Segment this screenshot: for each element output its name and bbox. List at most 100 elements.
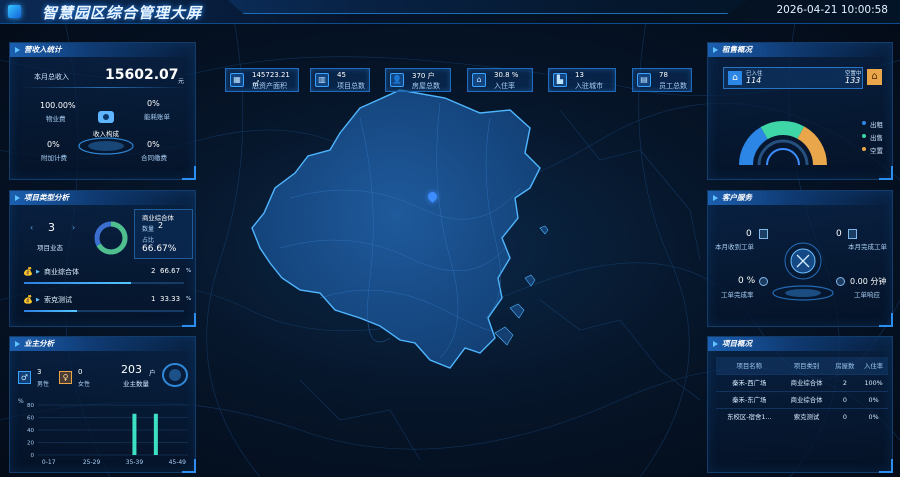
table-cell: 东校区-宿舍1... [716,407,783,425]
income-item-label: 物业费 [46,115,66,123]
income-total-value: 15602.07 [105,67,179,83]
row-progress-track [24,282,184,284]
room-status-gauge[interactable] [728,105,838,171]
legend-dot [862,121,866,125]
income-center-label: 收入构成 [93,130,119,138]
project-type-row[interactable]: 💰 ▶ 索克测试 1 33.33 % [10,293,197,319]
project-table-wrapper: 项目名称 项目类别 房屋数 入住率 秦禾-西广场 商业综合体 2 100% 秦禾-东广场 商业综… [716,357,888,425]
gauge-segment[interactable] [760,121,805,140]
customer-service-panel: 客户服务 0 本月收到工单 0 本月完成工单 0 % 工单完成率 0.00 分钟… [707,190,893,327]
table-cell: 秦禾-东广场 [716,390,783,408]
vacant-icon: ⌂ [867,69,882,85]
x-tick-label: 35-39 [126,459,144,466]
project-type-donut[interactable] [93,220,129,256]
table-cell: 0% [859,390,888,408]
legend-label: 出售 [870,134,883,142]
kpi-value: 370 户 [412,72,435,80]
received-icon [759,229,768,239]
table-cell: 秦禾-西广场 [716,373,783,391]
gauge-segment[interactable] [739,127,768,165]
table-cell: 索克测试 [782,407,831,425]
panel-header: 项目类型分析 [10,191,195,205]
female-label: 女性 [78,381,91,388]
legend-item[interactable]: 空置 [862,145,892,155]
bullet-icon: ▶ [36,297,40,303]
customer-service-title: 客户服务 [722,193,752,202]
bullet-icon: ▶ [36,269,40,275]
legend-dot [862,147,866,151]
kpi-label: 房屋总数 [412,82,440,90]
kpi-tile[interactable]: 👤 370 户房屋总数 [385,68,451,92]
income-item-value: 0% [47,140,60,149]
row-pct: 33.33 [160,295,181,303]
row-name: 商业综合体 [44,268,79,276]
kpi-tile[interactable]: ▦ 145723.21 ㎡总资产面积 [225,68,299,92]
table-cell: 0 [830,407,860,425]
x-tick-label: 45-49 [169,459,187,466]
kpi-value: 30.8 % [494,71,519,79]
occupied-icon: ⌂ [728,71,742,85]
row-progress-fill [24,282,131,284]
done-label: 本月完成工单 [848,243,887,251]
income-item-label: 附加计费 [41,154,67,162]
arrow-right-icon[interactable]: › [72,223,75,232]
legend-item[interactable]: 出售 [862,132,892,142]
table-cell: 商业综合体 [782,373,831,391]
y-tick-label: 80 [27,403,34,409]
row-name: 索克测试 [44,296,72,304]
legend-item[interactable]: 出租 [862,119,892,129]
project-type-row[interactable]: 💰 ▶ 商业综合体 2 66.67 % [10,265,197,291]
income-item-label: 合同缴费 [141,154,167,162]
panel-header: 项目概况 [708,337,892,351]
service-globe-icon[interactable] [768,233,838,305]
row-pct: 66.67 [160,267,181,275]
owner-age-chart: %80 60 40 20 0 0-17 25-29 35-39 45-49 [18,398,188,466]
kpi-label: 项目总数 [337,82,365,90]
panel-header: 营收入统计 [10,43,195,57]
row-count: 1 [151,295,156,303]
moneybag-icon: 💰 [23,267,33,276]
age-bar[interactable] [153,413,158,455]
legend-label: 空置 [870,147,883,155]
city-icon: ▙ [553,73,567,87]
kpi-tile[interactable]: ⌂ 30.8 % 入住率 [467,68,533,92]
kpi-value: 13 [575,71,584,79]
table-row[interactable]: 秦禾-东广场 商业综合体 0 0% [716,390,888,408]
divider [22,87,187,88]
table-header-cell[interactable]: 房屋数 [830,357,860,374]
income-item-label: 能耗账单 [144,113,170,121]
kpi-tile[interactable]: ▤ 78 员工总数 [632,68,692,92]
male-label: 男性 [37,381,50,388]
income-total-label: 本月总收入 [34,73,69,81]
table-header-cell[interactable]: 项目类别 [782,357,831,374]
age-bar[interactable] [132,413,137,455]
kpi-tile[interactable]: ▥ 45 项目总数 [310,68,370,92]
table-header-cell[interactable]: 项目名称 [716,357,783,374]
project-type-count: 3 [48,221,55,234]
rate-icon [759,277,768,286]
kpi-label: 入驻城市 [575,82,603,90]
kpi-tile[interactable]: ▙ 13 入驻城市 [548,68,616,92]
gauge-segment[interactable] [797,126,827,165]
received-value: 0 [746,229,752,239]
table-row[interactable]: 东校区-宿舍1... 索克测试 0 0% [716,407,888,425]
table-cell: 0% [859,407,888,425]
project-icon: ▥ [315,73,329,87]
table-header-cell[interactable]: 入住率 [859,357,888,374]
row-count: 2 [151,267,156,275]
owner-total-label: 业主数量 [123,380,149,388]
legend-label: 出租 [870,121,883,129]
dashboard-screen: 智慧园区综合管理大屏 2026-04-21 10:00:58 ▦ 145723.2… [0,0,900,477]
occupancy-strip [723,67,863,89]
kpi-label: 员工总数 [659,82,687,90]
project-type-panel: 项目类型分析 ‹ 3 › 项目业态 商业综合体 数量 2 占比 66.67% 💰… [9,190,196,327]
project-type-title: 项目类型分析 [24,193,69,202]
project-overview-panel: 项目概况 项目名称 项目类别 房屋数 入住率 秦禾-西广场 商业综合体 2 100% 秦禾-东… [707,336,893,473]
project-type-count-label: 项目业态 [37,244,63,252]
table-row[interactable]: 秦禾-西广场 商业综合体 2 100% [716,373,888,391]
table-cell: 商业综合体 [782,390,831,408]
tooltip-qty-label: 数量 [142,226,155,233]
row-progress-track [24,310,184,312]
arrow-left-icon[interactable]: ‹ [30,223,33,232]
rate-label: 工单完成率 [721,291,754,299]
